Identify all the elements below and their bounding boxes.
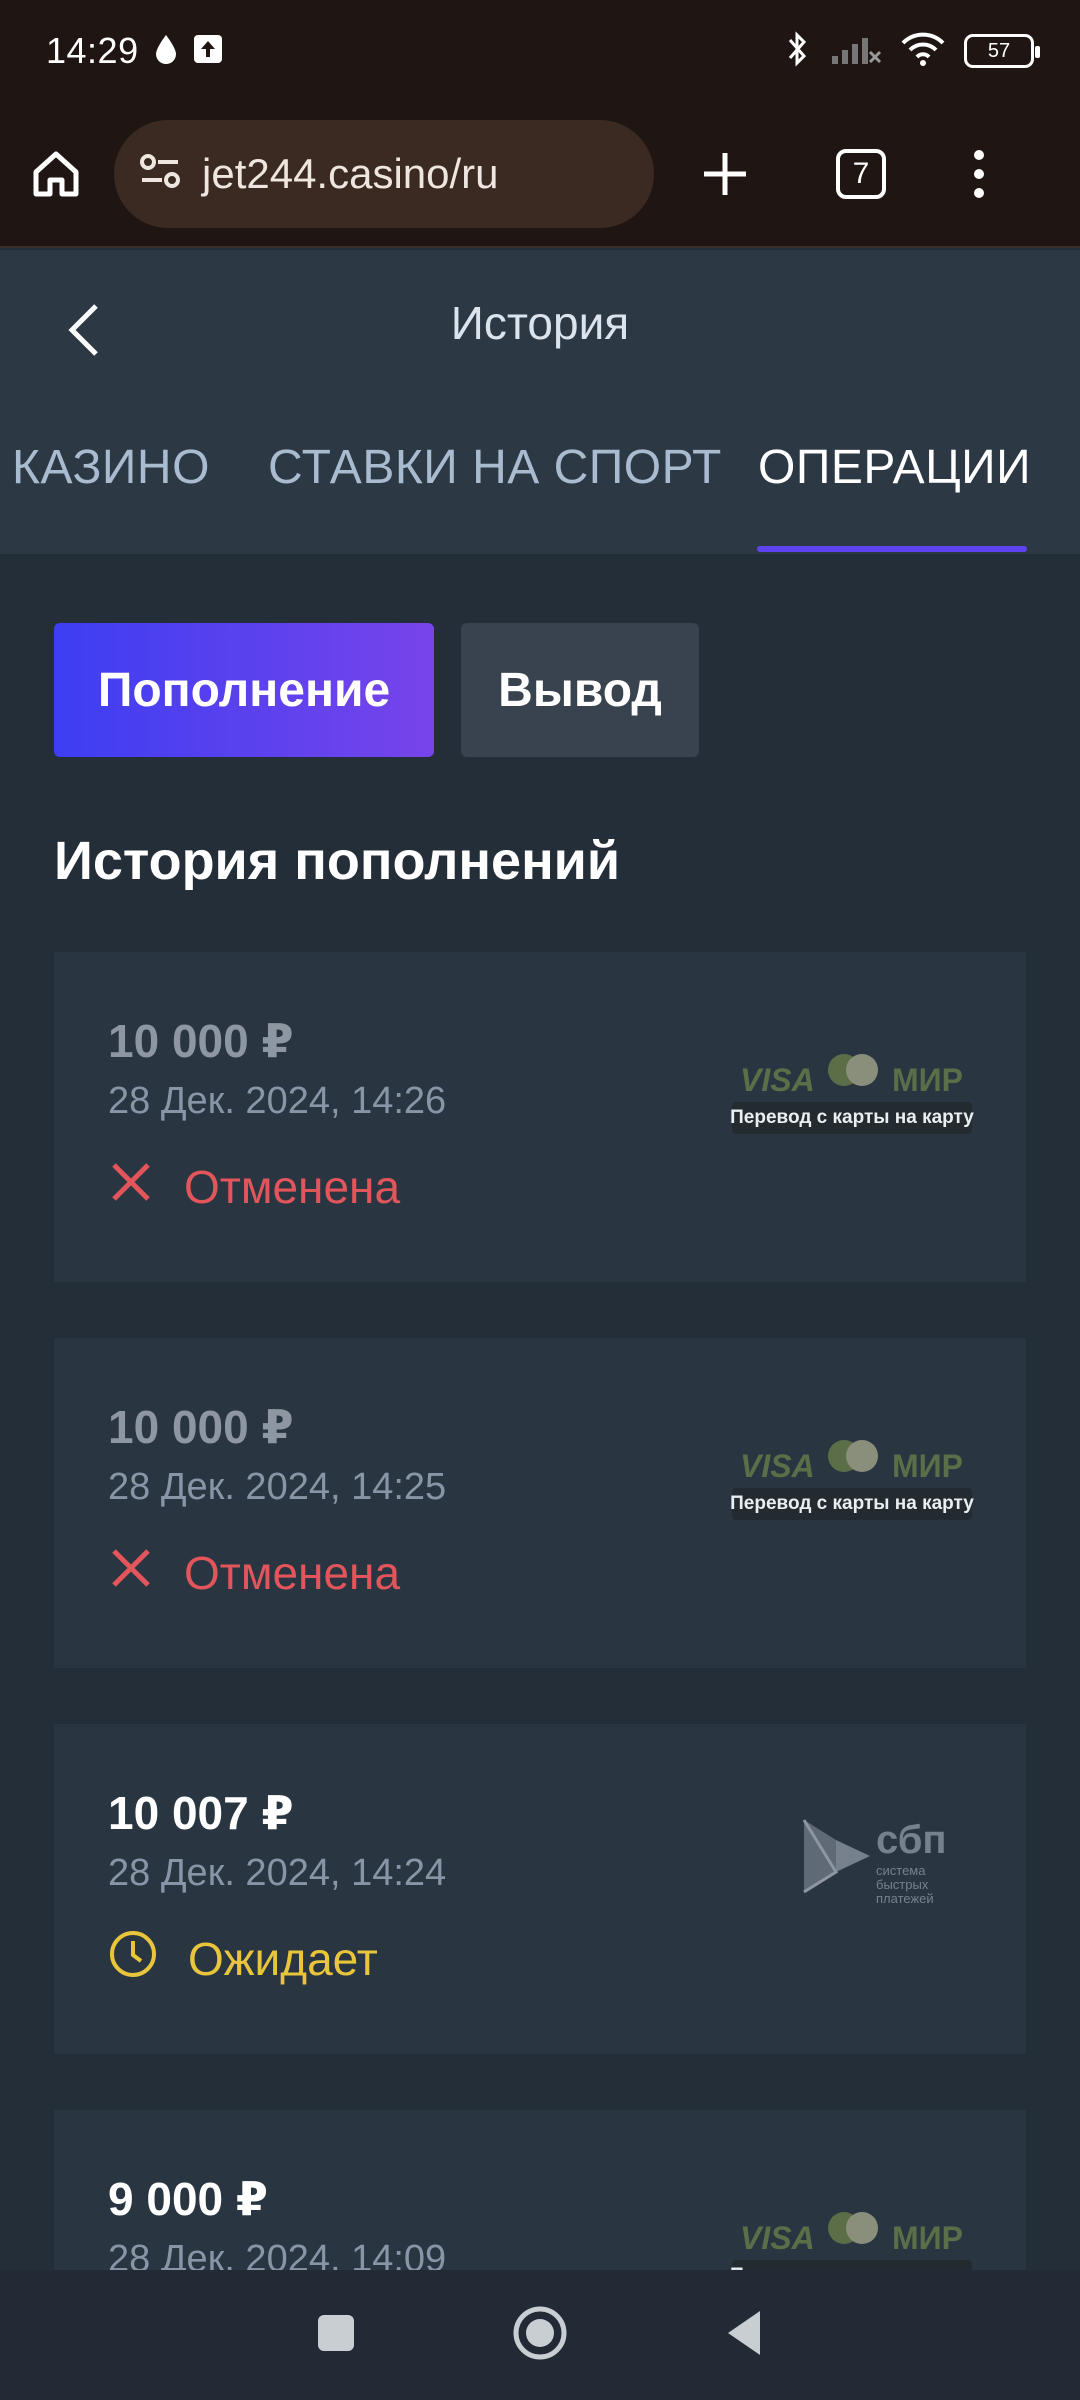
transaction-card[interactable]: 10 007 ₽ 28 Дек. 2024, 14:24 Ожидает сбп…	[54, 1724, 1026, 2054]
transaction-status: Ожидает	[108, 1930, 378, 1986]
sbp-logo: сбп система быстрых платежей	[800, 1812, 972, 1906]
clock-icon	[108, 1929, 158, 1990]
bluetooth-icon	[782, 30, 812, 73]
visa-logo-text: VISA	[740, 1448, 815, 1484]
transaction-date: 28 Дек. 2024, 14:09	[108, 2238, 447, 2270]
transaction-status: Отменена	[108, 1546, 400, 1600]
tab-sports-bets[interactable]: СТАВКИ НА СПОРТ	[268, 440, 722, 554]
battery-indicator: 57	[964, 34, 1040, 68]
active-tab-indicator	[757, 546, 1027, 552]
mastercard-icon	[828, 1440, 878, 1472]
tab-operations[interactable]: ОПЕРАЦИИ	[758, 440, 1031, 554]
sbp-name: сбп	[876, 1818, 947, 1862]
mir-logo-text: МИР	[892, 1062, 963, 1098]
wifi-icon	[900, 31, 946, 72]
address-bar[interactable]: jet244.casino/ru	[114, 120, 654, 228]
site-settings-icon[interactable]	[138, 152, 182, 197]
home-nav-button[interactable]	[512, 2305, 568, 2366]
home-button[interactable]	[28, 146, 84, 202]
transaction-amount: 10 000 ₽	[108, 1015, 294, 1067]
transaction-amount: 10 000 ₽	[108, 1401, 294, 1453]
mir-logo-text: МИР	[892, 1448, 963, 1484]
transaction-amount: 9 000 ₽	[108, 2173, 268, 2225]
sbp-subtitle: система быстрых платежей	[876, 1863, 934, 1906]
recents-button[interactable]	[316, 2313, 356, 2358]
water-drop-icon	[153, 33, 179, 70]
signal-icon	[830, 32, 882, 71]
transaction-status: Отменена	[108, 1160, 400, 1214]
transaction-date: 28 Дек. 2024, 14:24	[108, 1852, 447, 1894]
status-label: Отменена	[184, 1161, 401, 1213]
back-nav-button[interactable]	[724, 2309, 764, 2362]
deposit-filter-button[interactable]: Пополнение	[54, 623, 434, 757]
mir-logo-text: МИР	[892, 2220, 963, 2256]
payment-method-caption: Перевод с карты на карту	[730, 1102, 974, 1134]
tab-switcher-button[interactable]: 7	[836, 149, 886, 199]
visa-logo-text: VISA	[740, 2220, 815, 2256]
cross-icon	[108, 1159, 154, 1216]
section-title: История пополнений	[54, 831, 621, 891]
mastercard-icon	[828, 2212, 878, 2244]
upload-icon	[193, 34, 223, 69]
tab-count: 7	[836, 149, 886, 199]
new-tab-button[interactable]	[700, 149, 750, 199]
transaction-card[interactable]: 10 000 ₽ 28 Дек. 2024, 14:25 Отменена VI…	[54, 1338, 1026, 1668]
visa-logo-text: VISA	[740, 1062, 815, 1098]
payment-method-caption: Перевод с карты на карту	[730, 2260, 974, 2270]
more-menu-icon[interactable]	[972, 149, 986, 199]
transaction-date: 28 Дек. 2024, 14:26	[108, 1080, 447, 1122]
tab-casino[interactable]: КАЗИНО	[12, 440, 210, 554]
app-header: История КАЗИНО СТАВКИ НА СПОРТ ОПЕРАЦИИ	[0, 250, 1080, 554]
transaction-card[interactable]: 9 000 ₽ 28 Дек. 2024, 14:09 VISA МИР Пер…	[54, 2110, 1026, 2270]
sbp-icon	[802, 1819, 870, 1894]
system-navigation-bar	[0, 2270, 1080, 2400]
transaction-card[interactable]: 10 000 ₽ 28 Дек. 2024, 14:26 Отменена VI…	[54, 952, 1026, 1282]
status-bar: 14:29 57	[0, 0, 1080, 102]
transaction-amount: 10 007 ₽	[108, 1787, 294, 1839]
card-transfer-logo: VISA МИР Перевод с карты на карту	[730, 1428, 974, 1528]
history-tabs: КАЗИНО СТАВКИ НА СПОРТ ОПЕРАЦИИ	[0, 440, 1080, 554]
url-text: jet244.casino/ru	[202, 150, 499, 197]
withdraw-filter-button[interactable]: Вывод	[461, 623, 699, 757]
status-label: Ожидает	[188, 1933, 378, 1985]
card-transfer-logo: VISA МИР Перевод с карты на карту	[730, 2200, 974, 2270]
card-transfer-logo: VISA МИР Перевод с карты на карту	[730, 1042, 974, 1142]
payment-method-caption: Перевод с карты на карту	[730, 1488, 974, 1520]
status-time: 14:29	[46, 30, 139, 71]
browser-toolbar: jet244.casino/ru 7	[0, 102, 1080, 248]
cross-icon	[108, 1545, 154, 1602]
transaction-date: 28 Дек. 2024, 14:25	[108, 1466, 447, 1508]
mastercard-icon	[828, 1054, 878, 1086]
page-title: История	[450, 297, 630, 349]
status-label: Отменена	[184, 1547, 401, 1599]
